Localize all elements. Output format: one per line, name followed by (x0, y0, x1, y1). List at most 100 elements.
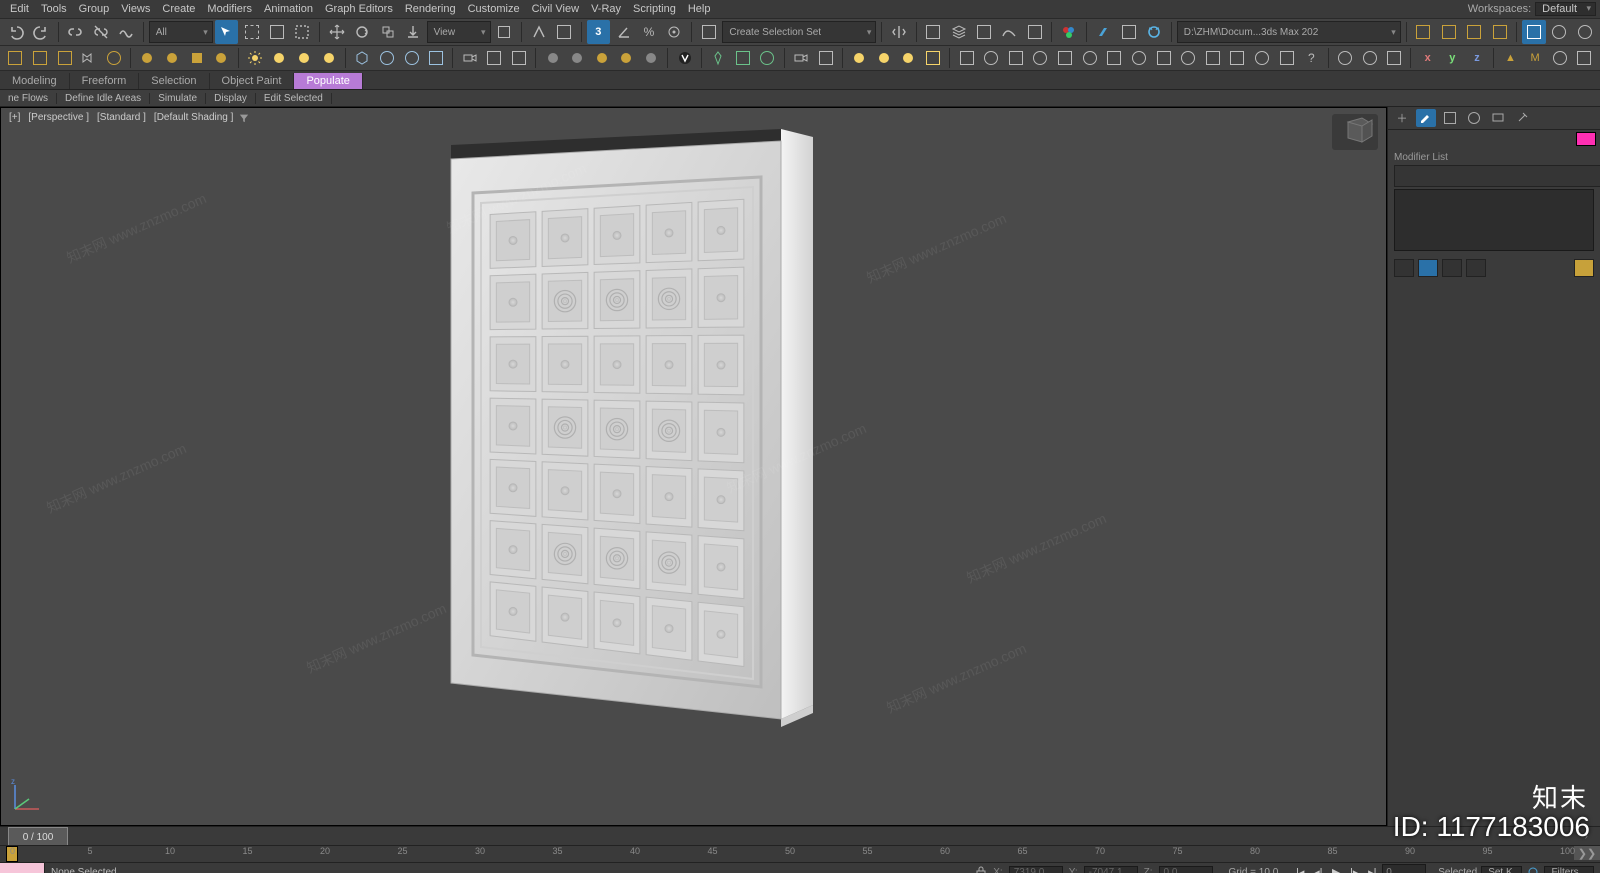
menu-edit[interactable]: Edit (4, 2, 35, 16)
selection-filter-dropdown[interactable]: All (149, 21, 213, 43)
sec-group-5[interactable] (640, 46, 663, 70)
ribbon-tab-objectpaint[interactable]: Object Paint (210, 73, 295, 89)
cmd-tab-motion[interactable] (1464, 109, 1484, 127)
align-button[interactable] (922, 20, 945, 44)
sec-cam-3[interactable] (508, 46, 531, 70)
cmd-tab-create[interactable]: ＋ (1392, 109, 1412, 127)
sec-tail-1[interactable] (1334, 46, 1357, 70)
select-region-rect-button[interactable] (265, 20, 288, 44)
sec-misc-14[interactable] (1275, 46, 1298, 70)
sec-end-1[interactable]: ▲ (1499, 46, 1522, 70)
sec-helper-3[interactable] (756, 46, 779, 70)
sec-axis-x[interactable]: x (1416, 46, 1439, 70)
sec-spot-icon[interactable] (897, 46, 920, 70)
time-slider-thumb[interactable]: 0 / 100 (8, 827, 68, 847)
move-button[interactable] (325, 20, 348, 44)
modifier-list-dropdown[interactable] (1394, 165, 1600, 187)
menu-views[interactable]: Views (115, 2, 156, 16)
sec-helper-1[interactable] (707, 46, 730, 70)
render-setup-button[interactable] (1092, 20, 1115, 44)
scene-object[interactable]: // procedural coffers (function(){ var s… (421, 123, 841, 731)
stack-configure-button[interactable] (1574, 259, 1594, 277)
modifier-stack[interactable] (1394, 189, 1594, 251)
vray-toolbar-d-button[interactable] (1488, 20, 1511, 44)
coord-x-value[interactable]: 7319.0 (1009, 866, 1063, 873)
placement-button[interactable] (401, 20, 424, 44)
sec-misc-9[interactable] (1152, 46, 1175, 70)
sec-misc-6[interactable] (1078, 46, 1101, 70)
ribbon-btn-flows[interactable]: ne Flows (0, 93, 57, 104)
sec-misc-12[interactable] (1226, 46, 1249, 70)
rendered-frame-button[interactable] (1117, 20, 1140, 44)
sec-end-2[interactable]: M (1524, 46, 1547, 70)
sec-helper-2[interactable] (731, 46, 754, 70)
scene-path-dropdown[interactable]: D:\ZHM\Docum...3ds Max 202 (1177, 21, 1401, 43)
rotate-button[interactable] (351, 20, 374, 44)
percent-snap-button[interactable]: % (637, 20, 660, 44)
sec-end-4[interactable] (1573, 46, 1596, 70)
render-prod-button[interactable] (1142, 20, 1165, 44)
sec-btn-5[interactable] (103, 46, 126, 70)
use-pivot-center-button[interactable] (493, 20, 516, 44)
vray-toolbar-b-button[interactable] (1437, 20, 1460, 44)
sec-bulb-icon[interactable] (872, 46, 895, 70)
coord-y-value[interactable]: -7047.1 (1084, 866, 1138, 873)
sec-geom-1[interactable] (351, 46, 374, 70)
sec-btn-3[interactable] (53, 46, 76, 70)
sec-group-4[interactable] (615, 46, 638, 70)
curve-editor-button[interactable] (998, 20, 1021, 44)
sec-shape-3[interactable] (185, 46, 208, 70)
menu-tools[interactable]: Tools (35, 2, 73, 16)
xray-button[interactable] (1548, 20, 1571, 44)
viewport-std-menu[interactable]: [Standard ] (95, 112, 148, 123)
mirror-button[interactable] (887, 20, 910, 44)
sec-misc-3[interactable] (1005, 46, 1028, 70)
sec-shape-4[interactable] (210, 46, 233, 70)
sec-misc-4[interactable] (1029, 46, 1052, 70)
ribbon-tab-selection[interactable]: Selection (139, 73, 209, 89)
sec-cam-1[interactable] (458, 46, 481, 70)
sec-misc-5[interactable] (1054, 46, 1077, 70)
sec-misc-2[interactable] (980, 46, 1003, 70)
cmd-tab-utilities[interactable] (1512, 109, 1532, 127)
sec-geom-2[interactable] (376, 46, 399, 70)
sec-cam-icon-2[interactable] (814, 46, 837, 70)
select-manipulate-button[interactable] (527, 20, 550, 44)
sec-misc-15[interactable]: ? (1300, 46, 1323, 70)
menu-scripting[interactable]: Scripting (627, 2, 682, 16)
goto-start-button[interactable]: |◂ (1292, 865, 1308, 873)
sec-shape-1[interactable] (136, 46, 159, 70)
viewport-filter-icon[interactable] (239, 113, 249, 123)
key-filters-button[interactable]: Filters... (1544, 866, 1594, 873)
snap-toggle-button[interactable]: 3 (587, 20, 610, 44)
viewport-shading-menu[interactable]: [Default Shading ] (152, 112, 236, 123)
play-button[interactable]: ▶ (1328, 865, 1344, 873)
sec-misc-1[interactable] (955, 46, 978, 70)
sec-area-icon[interactable] (922, 46, 945, 70)
menu-help[interactable]: Help (682, 2, 717, 16)
time-ruler[interactable]: ❯❯ 0510152025303540455055606570758085909… (0, 845, 1600, 862)
sec-tail-2[interactable] (1358, 46, 1381, 70)
menu-group[interactable]: Group (73, 2, 116, 16)
vray-toolbar-a-button[interactable] (1412, 20, 1435, 44)
keyboard-shortcut-button[interactable] (552, 20, 575, 44)
select-object-button[interactable] (215, 20, 238, 44)
sec-misc-13[interactable] (1251, 46, 1274, 70)
sec-light-4[interactable] (317, 46, 340, 70)
ribbon-btn-idle[interactable]: Define Idle Areas (57, 93, 150, 104)
next-frame-button[interactable]: |▸ (1346, 865, 1362, 873)
sec-btn-2[interactable] (29, 46, 52, 70)
viewport-maximize[interactable]: [+] (7, 112, 22, 123)
sec-vray-logo[interactable] (673, 46, 696, 70)
ribbon-btn-display[interactable]: Display (206, 93, 256, 104)
current-frame-field[interactable]: 0 (1382, 864, 1426, 873)
angle-snap-button[interactable] (612, 20, 635, 44)
sec-group-3[interactable] (590, 46, 613, 70)
sec-cam-icon[interactable] (790, 46, 813, 70)
unlink-button[interactable] (89, 20, 112, 44)
stack-remove-button[interactable] (1466, 259, 1486, 277)
sec-misc-8[interactable] (1128, 46, 1151, 70)
time-slider-end-arrow[interactable]: › (1585, 831, 1588, 842)
isolate-selection-button[interactable] (1522, 20, 1545, 44)
layer-explorer-button[interactable] (947, 20, 970, 44)
